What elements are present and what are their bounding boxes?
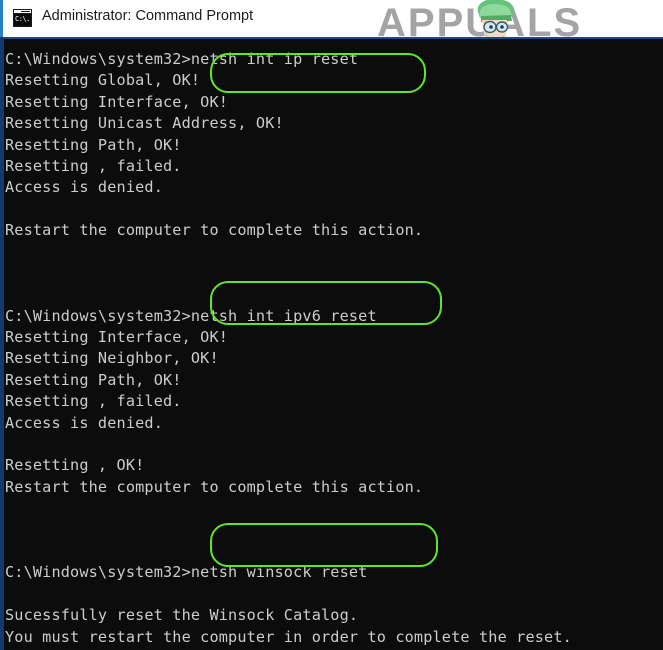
terminal-line: Resetting Interface, OK!	[5, 328, 229, 347]
terminal-line: Resetting , failed.	[5, 392, 182, 411]
terminal-line: Resetting Path, OK!	[5, 135, 182, 154]
cmd-icon-screen: C:\.	[14, 14, 31, 26]
terminal-line: Restart the computer to complete this ac…	[5, 221, 424, 240]
terminal-line: Resetting , OK!	[5, 456, 145, 475]
terminal-line: Sucessfully reset the Winsock Catalog.	[5, 606, 359, 625]
command-prompt-window: C:\. Administrator: Command Prompt APPUA…	[0, 0, 663, 650]
terminal-output-area[interactable]: C:\Windows\system32>netsh int ip reset Re…	[0, 37, 663, 650]
terminal-top-accent	[0, 37, 663, 39]
terminal-line: Resetting Path, OK!	[5, 370, 182, 389]
title-bar-accent	[0, 0, 3, 37]
title-bar[interactable]: C:\. Administrator: Command Prompt APPUA…	[0, 0, 663, 37]
watermark: APPUALS	[367, 0, 657, 37]
terminal-line: You must restart the computer in order t…	[5, 627, 572, 646]
highlight-box-netsh-int-ip-reset	[210, 53, 426, 93]
highlight-box-netsh-int-ipv6-reset	[210, 281, 442, 325]
terminal-line: Resetting Interface, OK!	[5, 92, 229, 111]
terminal-line: Access is denied.	[5, 178, 163, 197]
terminal-line: Resetting Unicast Address, OK!	[5, 114, 284, 133]
terminal-line: Access is denied.	[5, 413, 163, 432]
window-title: Administrator: Command Prompt	[42, 8, 254, 24]
watermark-text: APPUALS	[377, 1, 583, 37]
terminal-line: Resetting , failed.	[5, 156, 182, 175]
terminal-line: Resetting Neighbor, OK!	[5, 349, 219, 368]
terminal-line: Restart the computer to complete this ac…	[5, 477, 424, 496]
terminal-left-accent	[0, 37, 4, 650]
highlight-box-netsh-winsock-reset	[210, 523, 438, 567]
cmd-window-icon: C:\.	[13, 9, 32, 27]
appuals-mascot-face	[477, 0, 515, 37]
